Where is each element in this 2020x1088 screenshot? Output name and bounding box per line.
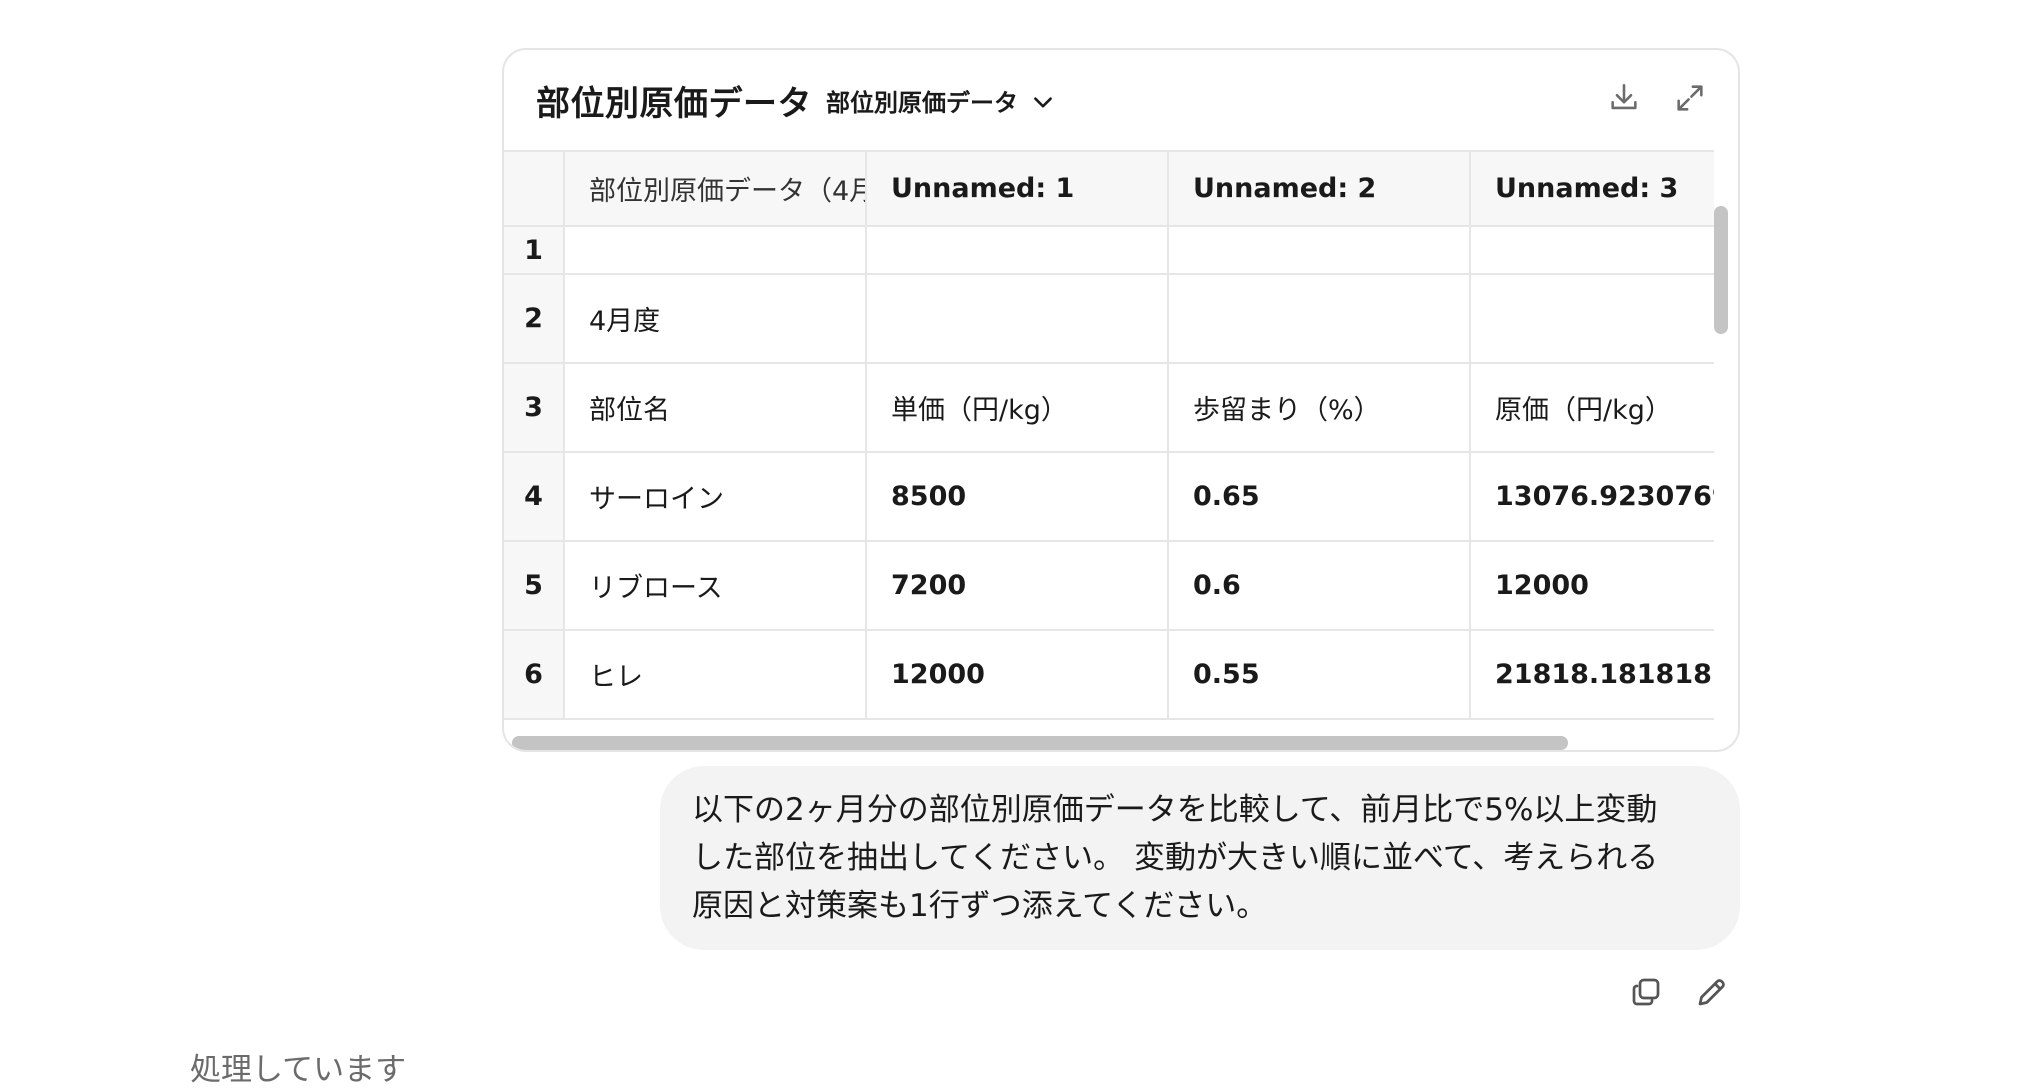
row-number: 6 bbox=[504, 630, 565, 720]
column-header[interactable]: Unnamed: 2 bbox=[1168, 152, 1471, 227]
table-cell[interactable]: サーロイン bbox=[564, 452, 867, 542]
table-cell[interactable] bbox=[866, 226, 1169, 275]
table-cell[interactable]: ヒレ bbox=[564, 630, 867, 720]
edit-button[interactable] bbox=[1694, 974, 1730, 1010]
table-cell[interactable] bbox=[866, 274, 1169, 364]
card-actions bbox=[1606, 80, 1708, 116]
table-cell[interactable]: 部位名 bbox=[564, 363, 867, 453]
table-cell[interactable]: 歩留まり（%） bbox=[1168, 363, 1471, 453]
data-table: 部位別原価データ（4月 Unnamed: 1 Unnamed: 2 Unname… bbox=[504, 152, 1714, 720]
chevron-down-icon bbox=[1034, 97, 1052, 108]
table-cell[interactable]: 0.6 bbox=[1168, 541, 1471, 631]
table-cell[interactable]: 原価（円/kg） bbox=[1470, 363, 1714, 453]
table-cell[interactable]: リブロース bbox=[564, 541, 867, 631]
table-row: 5 リブロース 7200 0.6 12000 bbox=[504, 541, 1714, 631]
message-line: 原因と対策案も1行ずつ添えてください。 bbox=[692, 888, 1268, 924]
table-cell[interactable]: 21818.1818181816 bbox=[1470, 630, 1714, 720]
table-cell[interactable]: 8500 bbox=[866, 452, 1169, 542]
message-actions bbox=[1628, 974, 1730, 1010]
column-header[interactable]: Unnamed: 3 bbox=[1470, 152, 1714, 227]
chat-page: 部位別原価データ 部位別原価データ 部位別原価データ（4月 Unnamed: 1… bbox=[0, 0, 2020, 1088]
table-cell[interactable]: 12000 bbox=[866, 630, 1169, 720]
row-number: 5 bbox=[504, 541, 565, 631]
table-cell[interactable]: 4月度 bbox=[564, 274, 867, 364]
row-number: 3 bbox=[504, 363, 565, 453]
card-header: 部位別原価データ 部位別原価データ bbox=[504, 50, 1738, 150]
sheet-selector-label: 部位別原価データ bbox=[826, 88, 1018, 117]
table-header-row: 部位別原価データ（4月 Unnamed: 1 Unnamed: 2 Unname… bbox=[504, 152, 1714, 227]
table-cell[interactable] bbox=[564, 226, 867, 275]
processing-status: 処理しています bbox=[190, 1052, 407, 1088]
row-number-header bbox=[504, 152, 565, 227]
table-cell[interactable]: 0.55 bbox=[1168, 630, 1471, 720]
table-row: 1 bbox=[504, 226, 1714, 275]
message-line: した部位を抽出してください。 変動が大きい順に並べて、考えられる bbox=[692, 840, 1659, 876]
table-row: 2 4月度 bbox=[504, 274, 1714, 364]
download-button[interactable] bbox=[1606, 80, 1642, 116]
table-cell[interactable] bbox=[1168, 226, 1471, 275]
download-icon bbox=[1611, 83, 1637, 110]
expand-icon bbox=[1677, 85, 1703, 111]
row-number: 2 bbox=[504, 274, 565, 364]
table-cell[interactable]: 13076.9230769276 bbox=[1470, 452, 1714, 542]
vertical-scrollbar[interactable] bbox=[1714, 206, 1728, 334]
column-header[interactable]: 部位別原価データ（4月 bbox=[564, 152, 867, 227]
row-number: 1 bbox=[504, 226, 565, 275]
table-cell[interactable]: 12000 bbox=[1470, 541, 1714, 631]
row-number: 4 bbox=[504, 452, 565, 542]
table-viewport[interactable]: 部位別原価データ（4月 Unnamed: 1 Unnamed: 2 Unname… bbox=[504, 150, 1714, 732]
table-row: 4 サーロイン 8500 0.65 13076.9230769276 bbox=[504, 452, 1714, 542]
table-cell[interactable]: 0.65 bbox=[1168, 452, 1471, 542]
copy-button[interactable] bbox=[1628, 974, 1664, 1010]
expand-button[interactable] bbox=[1672, 80, 1708, 116]
table-cell[interactable] bbox=[1470, 274, 1714, 364]
column-header[interactable]: Unnamed: 1 bbox=[866, 152, 1169, 227]
edit-icon bbox=[1698, 979, 1725, 1006]
table-cell[interactable]: 単価（円/kg） bbox=[866, 363, 1169, 453]
table-row: 3 部位名 単価（円/kg） 歩留まり（%） 原価（円/kg） bbox=[504, 363, 1714, 453]
table-cell[interactable]: 7200 bbox=[866, 541, 1169, 631]
horizontal-scrollbar[interactable] bbox=[512, 736, 1568, 750]
table-row: 6 ヒレ 12000 0.55 21818.1818181816 bbox=[504, 630, 1714, 720]
message-line: 以下の2ヶ月分の部位別原価データを比較して、前月比で5%以上変動 bbox=[692, 792, 1658, 828]
table-cell[interactable] bbox=[1168, 274, 1471, 364]
user-message-bubble: 以下の2ヶ月分の部位別原価データを比較して、前月比で5%以上変動 した部位を抽出… bbox=[660, 766, 1740, 950]
copy-icon bbox=[1632, 978, 1660, 1006]
spreadsheet-card: 部位別原価データ 部位別原価データ 部位別原価データ（4月 Unnamed: 1… bbox=[502, 48, 1740, 752]
card-title: 部位別原価データ bbox=[536, 83, 812, 124]
sheet-selector-dropdown[interactable]: 部位別原価データ bbox=[826, 83, 1056, 118]
table-cell[interactable] bbox=[1470, 226, 1714, 275]
